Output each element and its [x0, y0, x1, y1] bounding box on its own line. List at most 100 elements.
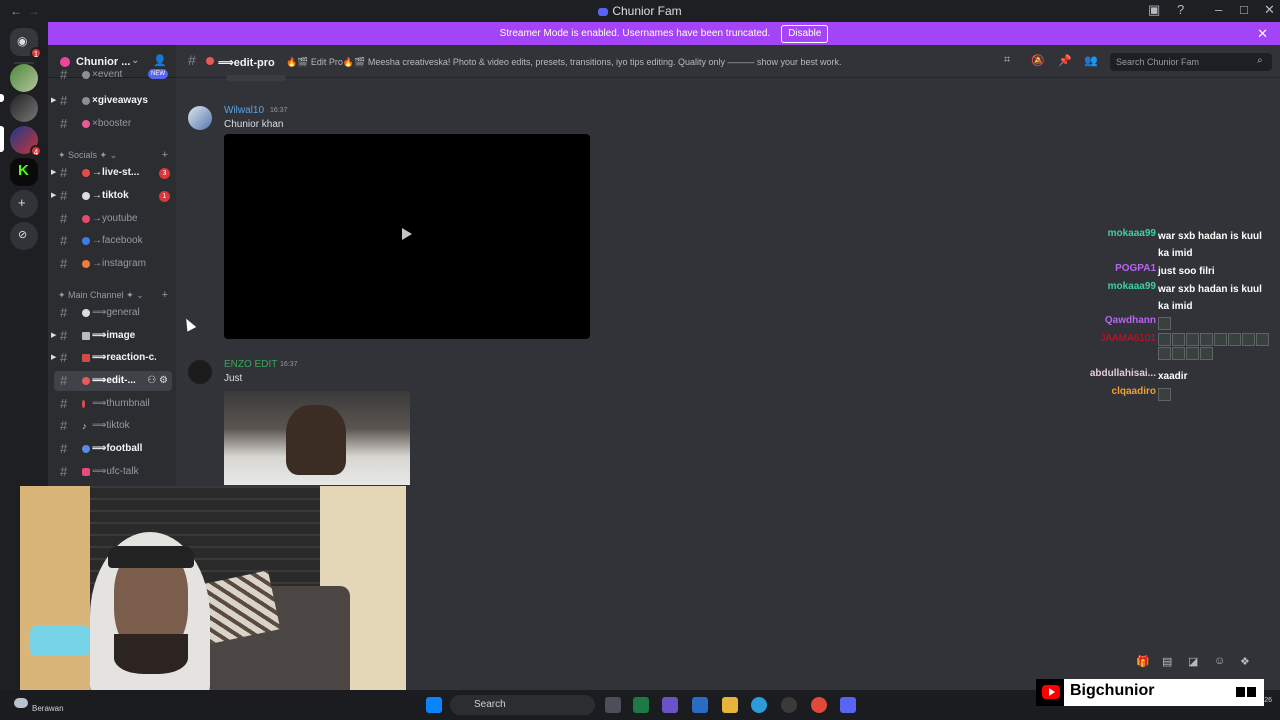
channel-tiktok-main[interactable]: # ♪ ⟹tiktok — [54, 416, 172, 436]
server-icon-chunior[interactable]: 4 — [10, 126, 42, 157]
unread-pill — [0, 94, 4, 102]
channel-label: ⟹ufc-talk — [92, 466, 139, 477]
hash-icon: # — [60, 418, 68, 433]
maximize-icon[interactable]: □ — [1240, 2, 1248, 17]
category-socials[interactable]: ✦ Socials ✦ ⌄ + — [58, 148, 170, 162]
avatar[interactable] — [188, 106, 212, 130]
task-view-icon[interactable] — [605, 697, 621, 713]
channel-thumbnail[interactable]: # ⟹thumbnail — [54, 394, 172, 414]
message-timestamp: 16:37 — [270, 107, 288, 114]
category-main-channel[interactable]: ✦ Main Channel ✦ ⌄ + — [58, 288, 170, 302]
help-icon[interactable]: ? — [1177, 2, 1184, 17]
channel-tiktok-social[interactable]: ▶ # →tiktok 1 — [51, 186, 172, 206]
channel-emoji-icon — [82, 237, 90, 245]
emote-icon — [1228, 333, 1241, 346]
mention-count-badge: 3 — [159, 168, 170, 179]
message-timestamp: 16:37 — [280, 361, 298, 368]
server-icon-1[interactable] — [10, 64, 38, 92]
emote-icon — [1158, 333, 1171, 346]
channel-label: →tiktok — [92, 190, 129, 201]
video-attachment[interactable] — [224, 134, 590, 339]
chatter-message: war sxb hadan is kuul ka imid — [1158, 284, 1262, 312]
add-server-icon[interactable]: + — [10, 190, 38, 218]
hash-icon: # — [60, 350, 68, 365]
channel-ufc-talk[interactable]: # ⟹ufc-talk — [54, 462, 172, 482]
channel-label: ⟹general — [92, 307, 140, 318]
channel-facebook[interactable]: # →facebook — [54, 231, 172, 251]
reactions-row[interactable] — [226, 75, 286, 81]
disable-button[interactable]: Disable — [781, 25, 829, 43]
chevron-down-icon[interactable]: ⌄ — [131, 55, 139, 66]
chevron-down-icon: ⌄ — [109, 150, 118, 160]
minimize-icon[interactable]: – — [1215, 2, 1222, 17]
unread-indicator-icon: ▶ — [51, 97, 57, 104]
discord-taskbar-icon[interactable] — [840, 697, 856, 713]
chatter-name: mokaaa99 — [1107, 228, 1156, 239]
store-icon[interactable] — [692, 697, 708, 713]
message-author[interactable]: ENZO EDIT — [224, 359, 277, 370]
server-icon-kick[interactable]: K — [10, 158, 38, 186]
discover-icon[interactable]: ⊘ — [10, 222, 38, 250]
edge-icon[interactable] — [751, 697, 767, 713]
message-author[interactable]: Wilwal10 — [224, 105, 264, 116]
server-icon-2[interactable] — [10, 94, 38, 122]
channel-instagram[interactable]: # →instagram — [54, 254, 172, 274]
brush-icon — [82, 377, 90, 385]
channel-general[interactable]: # ⟹general — [54, 303, 172, 323]
avatar[interactable] — [188, 360, 212, 384]
file-explorer-icon[interactable] — [722, 697, 738, 713]
settings-gear-icon[interactable]: ⚙ — [159, 375, 168, 386]
channel-label: ×event — [92, 69, 123, 80]
hash-icon: # — [60, 93, 68, 108]
weather-label[interactable]: Berawan — [32, 704, 64, 713]
channel-reaction[interactable]: ▶ # ⟹reaction-c... — [51, 348, 172, 368]
play-icon[interactable] — [402, 228, 412, 240]
add-channel-icon[interactable]: + — [162, 148, 168, 162]
taskbar-search[interactable]: Search — [450, 695, 595, 715]
new-badge: NEW — [148, 69, 168, 79]
direct-messages-icon[interactable]: ◉ 1 — [10, 28, 42, 59]
channel-live-stream[interactable]: ▶ # →live-st... 3 — [51, 163, 172, 183]
mute-bell-icon[interactable]: 🔕 — [1031, 54, 1045, 67]
apps-icon[interactable]: ❖ — [1240, 655, 1250, 668]
office-icon[interactable] — [662, 697, 678, 713]
channel-youtube[interactable]: # →youtube — [54, 209, 172, 229]
channel-topic[interactable]: 🔥🎬 Edit Pro🔥🎬 Meesha creativeska! Photo … — [286, 57, 842, 68]
sticker-icon[interactable]: ◪ — [1188, 655, 1198, 668]
invite-icon[interactable]: ⚇ — [147, 375, 156, 386]
emoji-icon[interactable]: ☺ — [1214, 655, 1225, 667]
speech-bubble-icon — [82, 309, 90, 317]
gift-icon[interactable]: 🎁 — [1136, 655, 1150, 668]
channel-giveaways[interactable]: ▶ # ×giveaways — [51, 91, 172, 111]
channel-football[interactable]: # ⟹football — [54, 439, 172, 459]
chrome-icon[interactable] — [811, 697, 827, 713]
channel-image[interactable]: ▶ # ⟹image — [51, 326, 172, 346]
pin-icon[interactable]: 📌 — [1058, 54, 1072, 67]
mention-count-badge: 1 — [159, 191, 170, 202]
overlay-chat-line: JAAMA6101 — [1070, 333, 1270, 367]
hash-icon: # — [60, 233, 68, 248]
cloud-icon — [14, 698, 28, 708]
member-list-icon[interactable]: 👥 — [1084, 54, 1098, 67]
excel-icon[interactable] — [633, 697, 649, 713]
hash-icon: # — [188, 52, 196, 68]
unread-indicator-icon: ▶ — [51, 354, 57, 361]
channel-edit-pro[interactable]: # ⟹edit-... ⚇ ⚙ — [54, 371, 172, 391]
close-window-icon[interactable]: ✕ — [1264, 2, 1275, 18]
unread-indicator-icon: ▶ — [51, 192, 57, 199]
app-icon[interactable] — [781, 697, 797, 713]
gif-icon[interactable]: ▤ — [1162, 655, 1172, 668]
threads-icon[interactable]: ⌗ — [1004, 54, 1010, 67]
inbox-icon[interactable]: ▣ — [1148, 2, 1160, 18]
close-banner-icon[interactable]: ✕ — [1257, 22, 1268, 45]
windows-start-icon[interactable] — [426, 697, 442, 713]
channel-event[interactable]: # ×event NEW — [54, 69, 172, 81]
server-badge: 4 — [30, 145, 42, 157]
invite-people-icon[interactable]: 👤 — [153, 54, 167, 67]
emote-icon — [1256, 333, 1269, 346]
add-channel-icon[interactable]: + — [162, 288, 168, 302]
search-input[interactable] — [1110, 53, 1272, 71]
channel-booster[interactable]: # ×booster — [54, 114, 172, 134]
image-attachment[interactable] — [224, 391, 410, 485]
guild-name: Chunior ... — [76, 56, 131, 68]
